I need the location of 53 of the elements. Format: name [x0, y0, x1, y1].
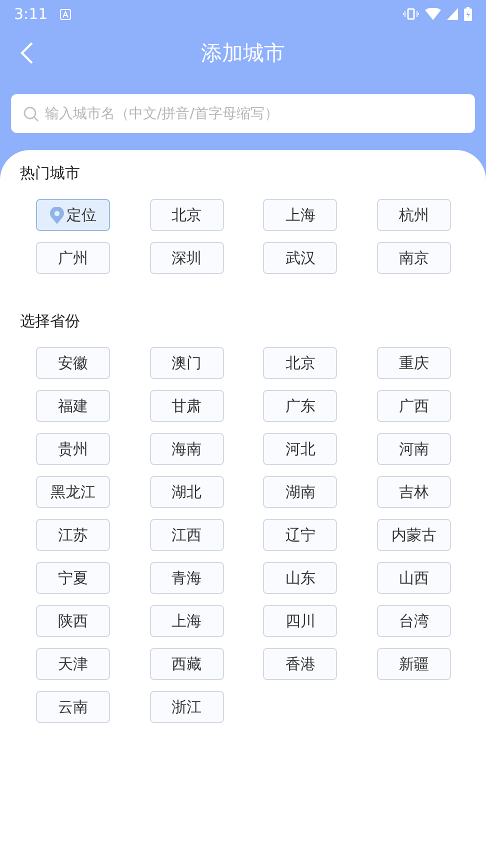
province-button[interactable]: 黑龙江: [36, 476, 110, 508]
status-time: 3:11: [14, 5, 48, 23]
city-button[interactable]: 上海: [263, 199, 338, 231]
province-button[interactable]: 山西: [377, 562, 452, 594]
province-button[interactable]: 青海: [150, 562, 224, 594]
province-button[interactable]: 海南: [150, 433, 224, 465]
location-button[interactable]: 定位: [36, 199, 110, 231]
province-button[interactable]: 广西: [377, 390, 452, 422]
province-button[interactable]: 四川: [263, 605, 338, 637]
province-button[interactable]: 重庆: [377, 347, 452, 379]
city-button[interactable]: 北京: [150, 199, 224, 231]
province-button[interactable]: 云南: [36, 691, 110, 723]
province-button[interactable]: 甘肃: [150, 390, 224, 422]
province-button[interactable]: 贵州: [36, 433, 110, 465]
province-button[interactable]: 山东: [263, 562, 338, 594]
province-button[interactable]: 天津: [36, 648, 110, 680]
province-button[interactable]: 西藏: [150, 648, 224, 680]
province-button[interactable]: 吉林: [377, 476, 452, 508]
wifi-icon: [425, 8, 441, 20]
battery-icon: [464, 7, 472, 21]
section-title: 热门城市: [20, 163, 80, 183]
province-button[interactable]: 湖南: [263, 476, 338, 508]
city-button[interactable]: 南京: [377, 242, 452, 274]
province-button[interactable]: 北京: [263, 347, 338, 379]
province-button[interactable]: 江苏: [36, 519, 110, 551]
vibrate-icon: [403, 8, 419, 20]
province-button[interactable]: 上海: [150, 605, 224, 637]
province-button[interactable]: 新疆: [377, 648, 452, 680]
province-button[interactable]: 辽宁: [263, 519, 338, 551]
section-title: 选择省份: [20, 311, 80, 331]
province-button[interactable]: 台湾: [377, 605, 452, 637]
city-button[interactable]: 深圳: [150, 242, 224, 274]
search-field[interactable]: 输入城市名（中文/拼音/首字母缩写）: [11, 94, 475, 133]
city-button[interactable]: 杭州: [377, 199, 452, 231]
location-pin-icon: [50, 206, 64, 224]
province-button[interactable]: 湖北: [150, 476, 224, 508]
province-button[interactable]: 陕西: [36, 605, 110, 637]
province-button[interactable]: 澳门: [150, 347, 224, 379]
province-button[interactable]: 福建: [36, 390, 110, 422]
city-button[interactable]: 广州: [36, 242, 110, 274]
page-title: 添加城市: [201, 40, 285, 67]
province-button[interactable]: 宁夏: [36, 562, 110, 594]
notification-icon: [60, 8, 71, 20]
province-button[interactable]: 香港: [263, 648, 338, 680]
province-button[interactable]: 广东: [263, 390, 338, 422]
city-button[interactable]: 武汉: [263, 242, 338, 274]
province-button[interactable]: 河北: [263, 433, 338, 465]
province-button[interactable]: 河南: [377, 433, 452, 465]
province-button[interactable]: 安徽: [36, 347, 110, 379]
signal-icon: [447, 8, 458, 20]
province-button[interactable]: 内蒙古: [377, 519, 452, 551]
province-button[interactable]: 浙江: [150, 691, 224, 723]
province-button[interactable]: 江西: [150, 519, 224, 551]
